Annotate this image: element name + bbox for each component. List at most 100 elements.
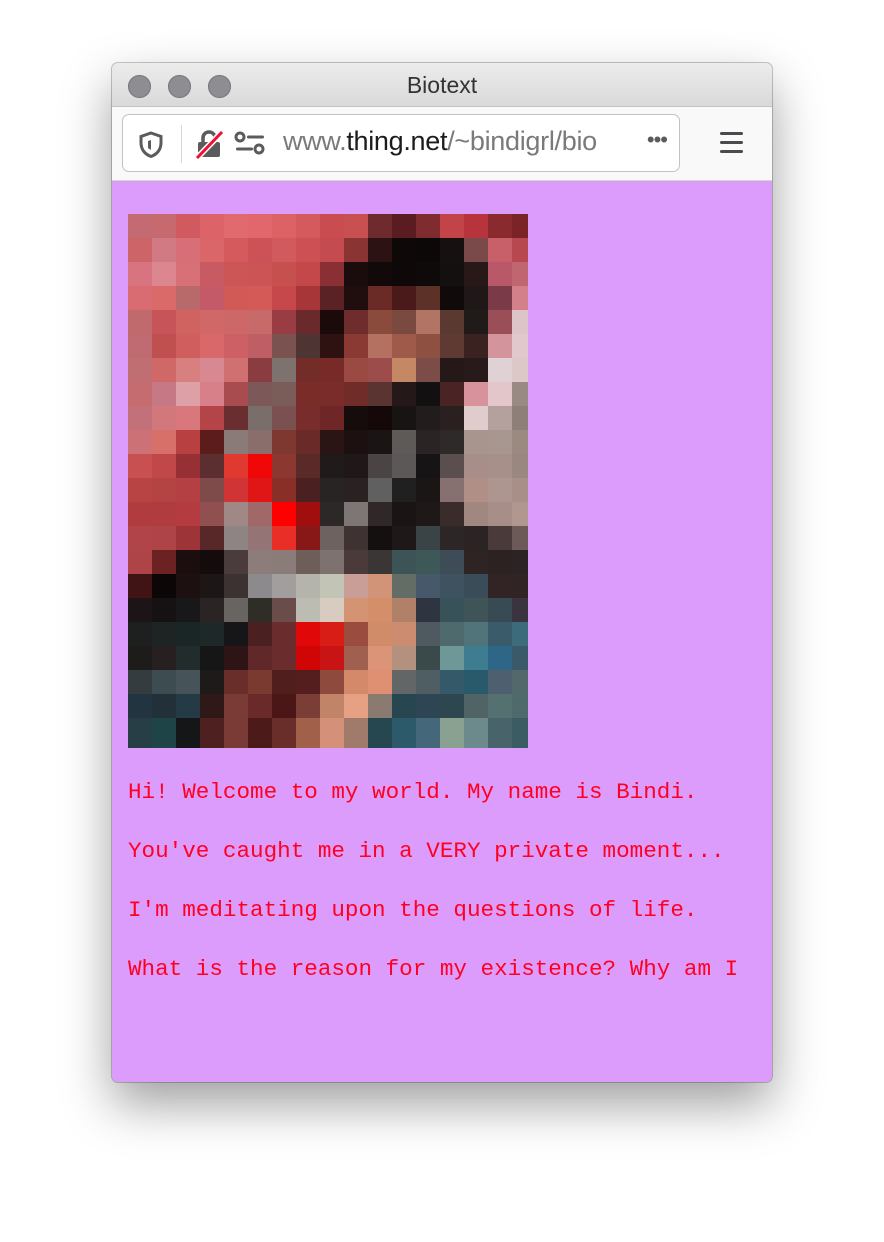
photo-pixel xyxy=(488,334,512,358)
photo-pixel xyxy=(152,310,176,334)
insecure-lock-icon[interactable] xyxy=(194,129,225,164)
page-actions-button[interactable]: ••• xyxy=(647,127,668,153)
photo-pixel xyxy=(464,286,488,310)
photo-pixel xyxy=(416,454,440,478)
photo-pixel xyxy=(392,502,416,526)
photo-pixel xyxy=(368,334,392,358)
photo-pixel xyxy=(464,334,488,358)
photo-pixel xyxy=(248,646,272,670)
photo-pixel xyxy=(392,238,416,262)
tracking-protection-shield-icon[interactable] xyxy=(138,131,164,163)
photo-pixel xyxy=(416,310,440,334)
photo-pixel xyxy=(368,646,392,670)
photo-pixel xyxy=(224,262,248,286)
photo-pixel xyxy=(320,382,344,406)
photo-pixel xyxy=(392,358,416,382)
photo-pixel xyxy=(464,550,488,574)
photo-pixel xyxy=(224,382,248,406)
photo-pixel xyxy=(128,430,152,454)
photo-pixel xyxy=(464,622,488,646)
photo-pixel xyxy=(248,574,272,598)
photo-pixel xyxy=(416,502,440,526)
photo-pixel xyxy=(440,262,464,286)
photo-pixel xyxy=(200,262,224,286)
photo-pixel xyxy=(344,406,368,430)
photo-pixel xyxy=(512,742,528,748)
photo-pixel xyxy=(416,430,440,454)
photo-pixel xyxy=(320,598,344,622)
photo-pixel xyxy=(248,670,272,694)
window-title: Biotext xyxy=(406,72,478,98)
photo-pixel xyxy=(296,262,320,286)
photo-pixel xyxy=(368,694,392,718)
photo-pixel xyxy=(176,454,200,478)
photo-pixel xyxy=(416,406,440,430)
photo-pixel xyxy=(224,286,248,310)
photo-pixel xyxy=(224,214,248,238)
photo-pixel xyxy=(296,430,320,454)
photo-pixel xyxy=(416,670,440,694)
photo-pixel xyxy=(224,742,248,748)
photo-pixel xyxy=(248,454,272,478)
photo-pixel xyxy=(368,382,392,406)
photo-pixel xyxy=(416,286,440,310)
photo-pixel xyxy=(464,742,488,748)
photo-pixel xyxy=(488,214,512,238)
photo-pixel xyxy=(128,550,152,574)
photo-pixel xyxy=(200,742,224,748)
photo-pixel xyxy=(416,526,440,550)
photo-pixel xyxy=(392,214,416,238)
photo-pixel xyxy=(152,430,176,454)
photo-pixel xyxy=(488,478,512,502)
photo-pixel xyxy=(224,478,248,502)
photo-pixel xyxy=(344,574,368,598)
photo-pixel xyxy=(512,262,528,286)
hamburger-menu-icon[interactable] xyxy=(718,129,744,155)
photo-pixel xyxy=(176,214,200,238)
permissions-icon[interactable] xyxy=(234,131,266,162)
photo-pixel xyxy=(320,670,344,694)
photo-pixel xyxy=(368,478,392,502)
photo-pixel xyxy=(392,718,416,742)
photo-pixel xyxy=(320,214,344,238)
photo-pixel xyxy=(176,718,200,742)
photo-pixel xyxy=(440,670,464,694)
photo-pixel xyxy=(248,622,272,646)
photo-pixel xyxy=(176,694,200,718)
photo-pixel xyxy=(200,718,224,742)
photo-pixel xyxy=(296,406,320,430)
title-bar[interactable]: Biotext xyxy=(112,63,772,107)
photo-pixel xyxy=(440,574,464,598)
photo-pixel xyxy=(128,502,152,526)
photo-pixel xyxy=(272,526,296,550)
photo-pixel xyxy=(368,718,392,742)
photo-pixel xyxy=(440,454,464,478)
photo-pixel xyxy=(176,262,200,286)
photo-pixel xyxy=(176,430,200,454)
photo-pixel xyxy=(296,478,320,502)
photo-pixel xyxy=(440,718,464,742)
address-bar[interactable]: www.thing.net/~bindigrl/bio ••• xyxy=(122,114,680,172)
photo-pixel xyxy=(128,310,152,334)
photo-pixel xyxy=(488,430,512,454)
photo-pixel xyxy=(320,718,344,742)
photo-pixel xyxy=(440,742,464,748)
url-path: /~bindigrl/bio xyxy=(447,126,597,156)
photo-pixel xyxy=(200,214,224,238)
photo-pixel xyxy=(512,478,528,502)
photo-pixel xyxy=(368,406,392,430)
photo-pixel xyxy=(296,622,320,646)
photo-pixel xyxy=(296,718,320,742)
photo-pixel xyxy=(488,262,512,286)
url-text[interactable]: www.thing.net/~bindigrl/bio xyxy=(283,126,625,157)
photo-pixel xyxy=(512,214,528,238)
photo-pixel xyxy=(464,406,488,430)
photo-pixel xyxy=(128,238,152,262)
photo-pixel xyxy=(488,406,512,430)
photo-pixel xyxy=(152,742,176,748)
photo-pixel xyxy=(512,430,528,454)
photo-pixel xyxy=(320,622,344,646)
photo-pixel xyxy=(272,646,296,670)
photo-pixel xyxy=(200,454,224,478)
photo-pixel xyxy=(344,550,368,574)
